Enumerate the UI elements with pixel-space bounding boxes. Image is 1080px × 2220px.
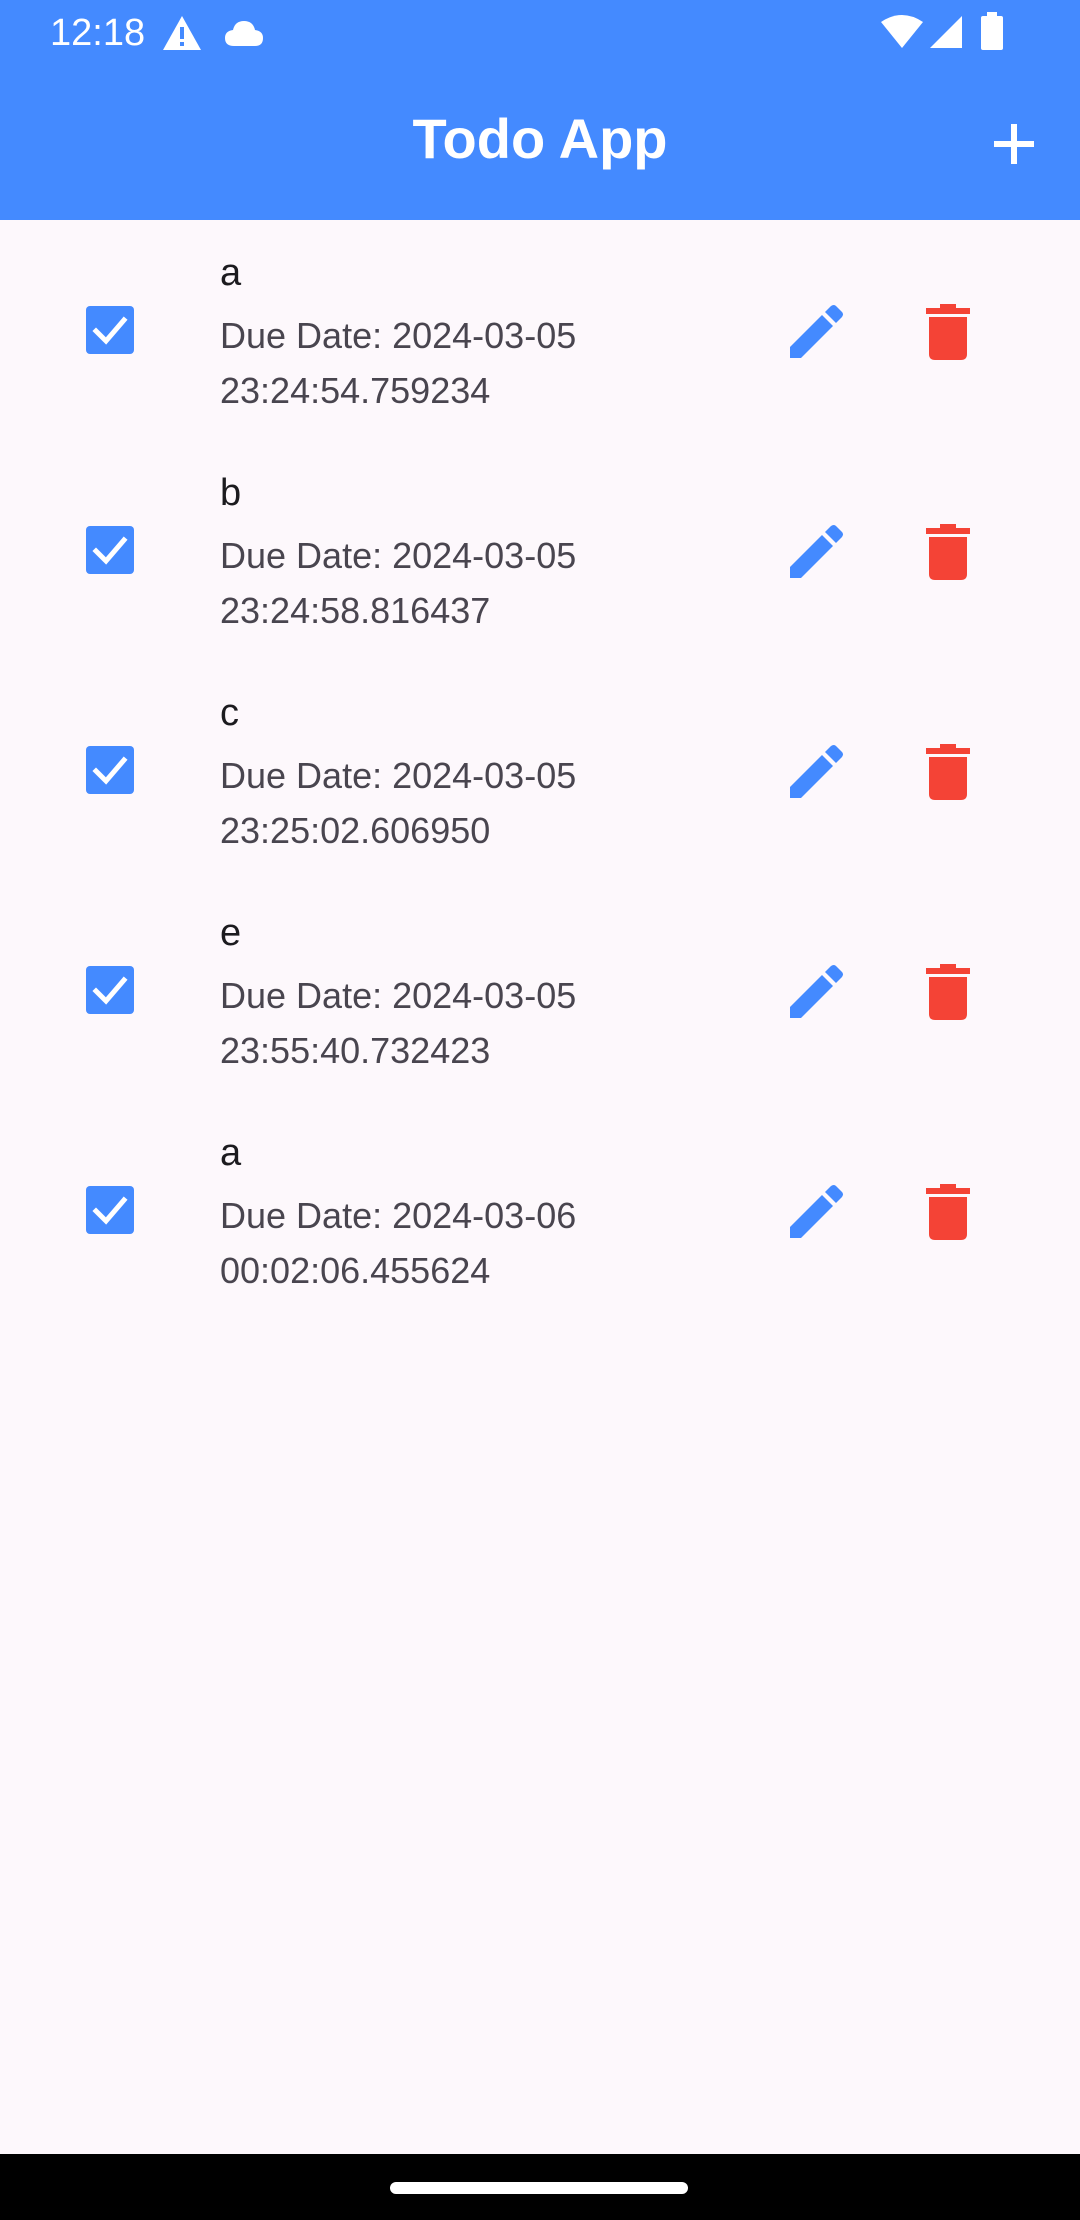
todo-title: b [220, 472, 242, 514]
due-time-line: 23:25:02.606950 [220, 810, 491, 851]
home-indicator[interactable] [390, 2182, 688, 2194]
checkbox-checked-icon[interactable] [86, 746, 134, 794]
todo-due-date: Due Date: 2024-03-05 23:55:40.732423 [220, 968, 660, 1078]
checkbox-checked-icon[interactable] [86, 306, 134, 354]
warning-icon [163, 16, 201, 50]
todo-title: a [220, 1132, 242, 1174]
pencil-icon[interactable] [788, 744, 844, 800]
due-date-line: Due Date: 2024-03-05 [220, 755, 577, 796]
checkbox-checked-icon[interactable] [86, 526, 134, 574]
wifi-icon [881, 15, 923, 48]
todo-due-date: Due Date: 2024-03-06 00:02:06.455624 [220, 1188, 660, 1298]
trash-icon[interactable] [924, 1184, 972, 1240]
navigation-bar [0, 2154, 1080, 2220]
todo-title: a [220, 252, 242, 294]
todo-item: b Due Date: 2024-03-05 23:24:58.816437 [0, 440, 1080, 660]
plus-icon[interactable] [982, 112, 1046, 176]
due-time-line: 00:02:06.455624 [220, 1250, 491, 1291]
due-date-line: Due Date: 2024-03-05 [220, 975, 577, 1016]
due-time-line: 23:24:54.759234 [220, 370, 491, 411]
trash-icon[interactable] [924, 304, 972, 360]
trash-icon[interactable] [924, 964, 972, 1020]
checkbox-checked-icon[interactable] [86, 966, 134, 1014]
trash-icon[interactable] [924, 744, 972, 800]
battery-icon [981, 12, 1003, 50]
top-bar: 12:18 Todo App [0, 0, 1080, 220]
todo-item: c Due Date: 2024-03-05 23:25:02.606950 [0, 660, 1080, 880]
due-date-line: Due Date: 2024-03-05 [220, 315, 577, 356]
checkbox-checked-icon[interactable] [86, 1186, 134, 1234]
screen: 12:18 Todo App a Due Date: 2024-03-05 23… [0, 0, 1080, 2220]
todo-title: e [220, 912, 242, 954]
due-date-line: Due Date: 2024-03-06 [220, 1195, 577, 1236]
todo-due-date: Due Date: 2024-03-05 23:25:02.606950 [220, 748, 660, 858]
trash-icon[interactable] [924, 524, 972, 580]
todo-item: a Due Date: 2024-03-05 23:24:54.759234 [0, 220, 1080, 440]
due-time-line: 23:55:40.732423 [220, 1030, 491, 1071]
cloud-icon [225, 21, 263, 46]
signal-icon [930, 16, 962, 48]
todo-list: a Due Date: 2024-03-05 23:24:54.759234 b [0, 220, 1080, 1320]
pencil-icon[interactable] [788, 524, 844, 580]
todo-due-date: Due Date: 2024-03-05 23:24:54.759234 [220, 308, 660, 418]
todo-item: e Due Date: 2024-03-05 23:55:40.732423 [0, 880, 1080, 1100]
todo-due-date: Due Date: 2024-03-05 23:24:58.816437 [220, 528, 660, 638]
todo-item: a Due Date: 2024-03-06 00:02:06.455624 [0, 1100, 1080, 1320]
pencil-icon[interactable] [788, 304, 844, 360]
app-bar: Todo App [0, 66, 1080, 220]
due-time-line: 23:24:58.816437 [220, 590, 491, 631]
due-date-line: Due Date: 2024-03-05 [220, 535, 577, 576]
status-time: 12:18 [50, 12, 146, 54]
pencil-icon[interactable] [788, 1184, 844, 1240]
pencil-icon[interactable] [788, 964, 844, 1020]
todo-title: c [220, 692, 239, 734]
status-bar: 12:18 [0, 0, 1080, 66]
app-title: Todo App [412, 107, 668, 170]
